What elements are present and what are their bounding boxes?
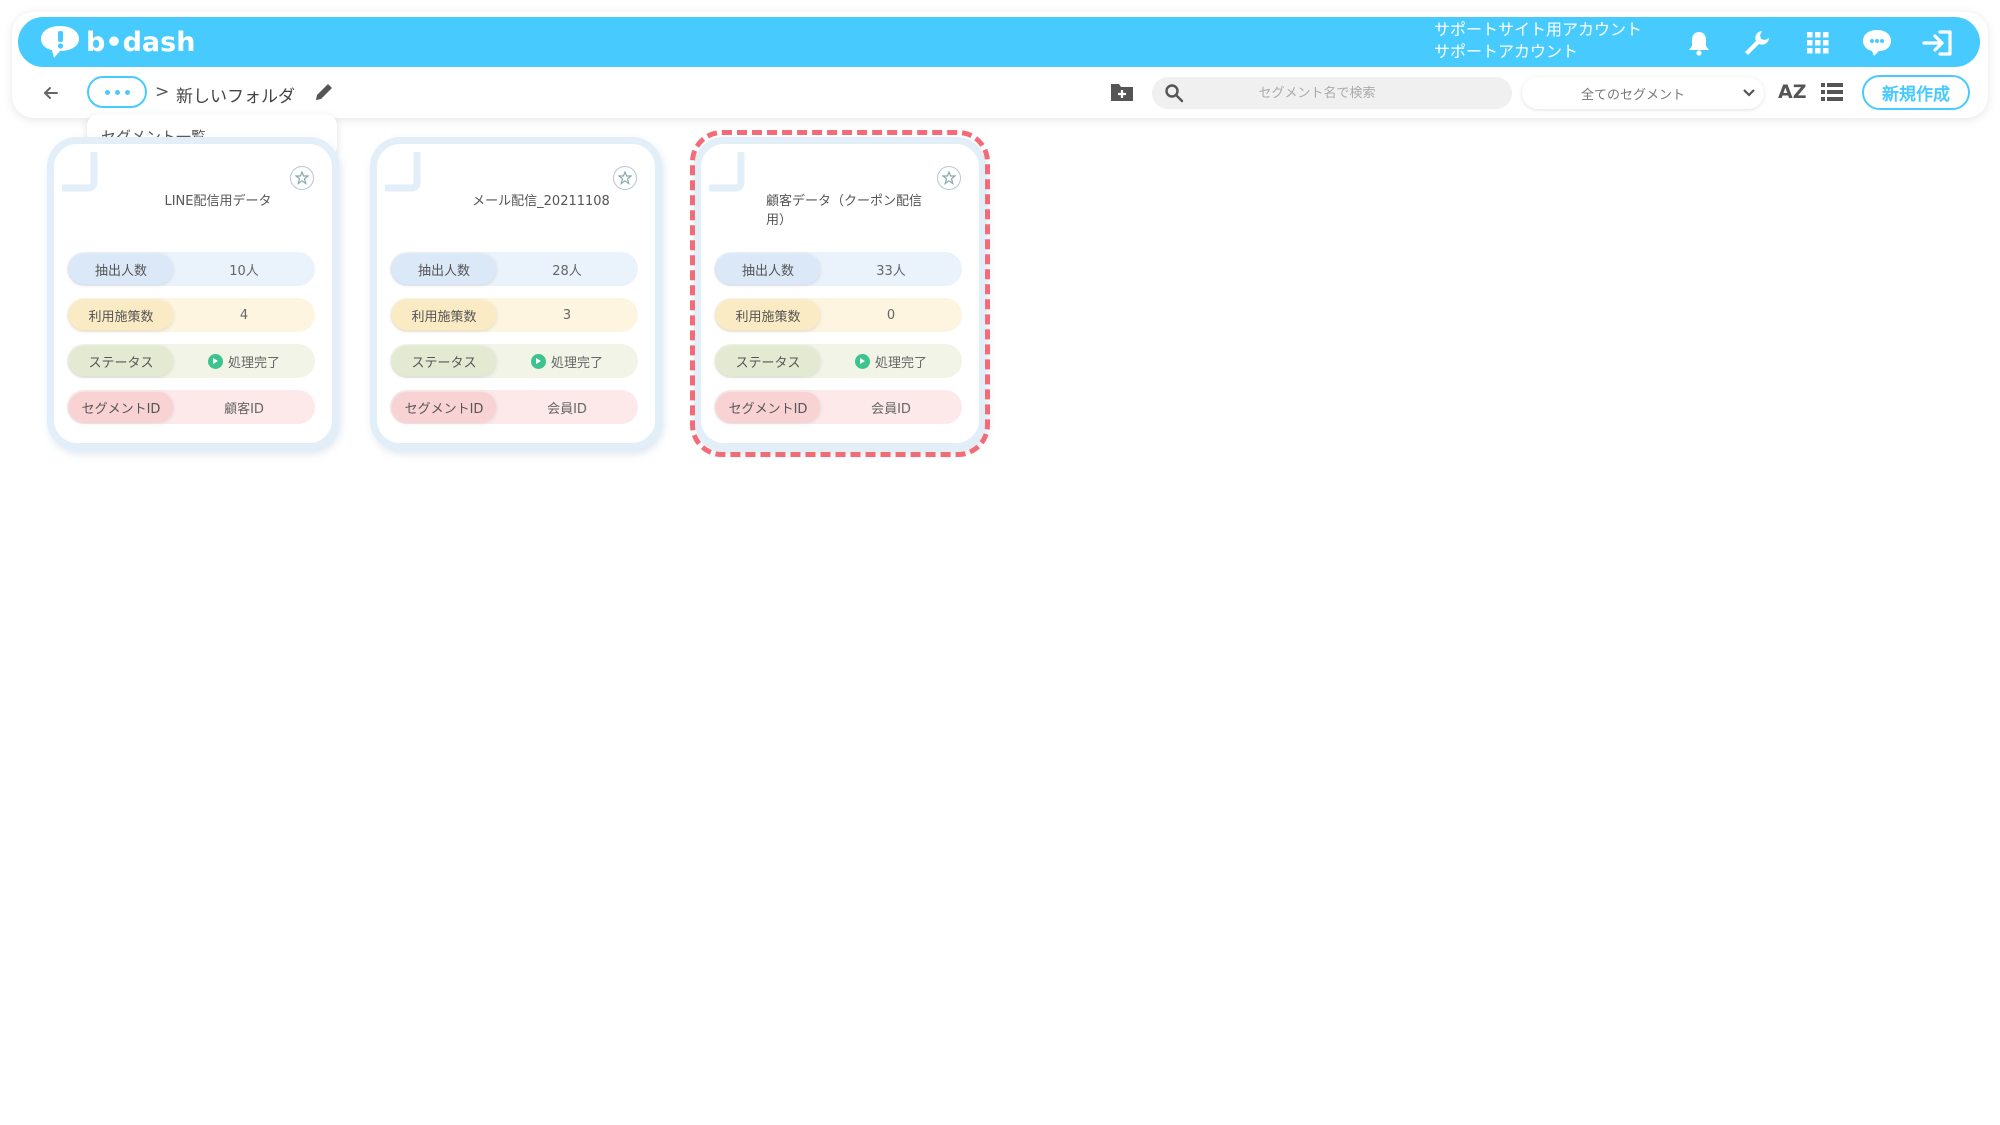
segment-id-row: セグメントID 会員ID	[714, 390, 962, 424]
play-status-icon	[854, 353, 870, 369]
edit-pencil-icon[interactable]	[313, 81, 335, 103]
dot	[124, 89, 130, 95]
apps-grid-icon[interactable]	[1801, 26, 1835, 60]
segment-card[interactable]: メール配信_20211108 抽出人数 28人 利用施策数 3 ステータス 処理…	[370, 137, 662, 450]
extract-count-row: 抽出人数 28人	[390, 252, 638, 286]
segment-id-label: セグメントID	[716, 392, 820, 422]
account-line-1: サポートサイト用アカウント	[1434, 20, 1643, 39]
usage-count-label: 利用施策数	[392, 300, 496, 330]
add-folder-icon[interactable]	[1109, 80, 1135, 104]
status-value-wrap: 処理完了	[496, 352, 638, 371]
status-value-wrap: 処理完了	[820, 352, 962, 371]
extract-count-value: 28人	[552, 263, 582, 279]
card-title: メール配信_20211108	[472, 194, 610, 209]
play-status-icon	[530, 353, 546, 369]
breadcrumb-more-button[interactable]	[87, 76, 147, 108]
usage-count-label: 利用施策数	[716, 300, 820, 330]
status-value: 処理完了	[874, 355, 927, 371]
extract-count-value: 10人	[229, 263, 259, 279]
segment-id-value: 顧客ID	[224, 401, 264, 417]
segment-id-row: セグメントID 顧客ID	[67, 390, 315, 424]
play-status-icon	[207, 353, 223, 369]
chevron-down-icon	[1734, 88, 1764, 98]
segment-filter-select[interactable]: 全てのセグメント	[1522, 77, 1764, 109]
new-create-button[interactable]: 新規作成	[1862, 75, 1970, 110]
usage-count-row: 利用施策数 4	[67, 298, 315, 332]
sort-az-button[interactable]: AZ	[1778, 81, 1806, 103]
breadcrumb-current-folder: 新しいフォルダ	[176, 87, 295, 107]
segment-card[interactable]: 顧客データ（クーポン配信用） 抽出人数 33人 利用施策数 0 ステータス 処理…	[694, 137, 986, 450]
bell-icon[interactable]	[1682, 26, 1716, 60]
card-fold-corner-icon	[709, 152, 745, 192]
card-title: 顧客データ（クーポン配信用）	[766, 194, 923, 228]
account-line-2: サポートアカウント	[1434, 42, 1579, 61]
segment-id-value: 会員ID	[871, 401, 911, 417]
logo[interactable]: b•dash	[38, 23, 195, 61]
extract-count-label: 抽出人数	[69, 254, 173, 284]
sort-az-label: AZ	[1778, 81, 1807, 103]
status-row: ステータス 処理完了	[390, 344, 638, 378]
status-value-wrap: 処理完了	[173, 352, 315, 371]
status-row: ステータス 処理完了	[714, 344, 962, 378]
segment-filter-label: 全てのセグメント	[1580, 87, 1685, 103]
segment-card[interactable]: LINE配信用データ 抽出人数 10人 利用施策数 4 ステータス 処理完了 セ…	[47, 137, 339, 450]
usage-count-row: 利用施策数 0	[714, 298, 962, 332]
dot	[114, 89, 120, 95]
status-value: 処理完了	[550, 355, 603, 371]
support-chat-icon[interactable]	[1860, 26, 1894, 60]
usage-count-value: 3	[562, 307, 572, 323]
breadcrumb-separator: >	[155, 82, 170, 102]
usage-count-value: 0	[886, 307, 896, 323]
list-view-icon[interactable]	[1821, 82, 1843, 102]
segment-id-label: セグメントID	[69, 392, 173, 422]
status-label: ステータス	[716, 346, 820, 376]
usage-count-label: 利用施策数	[69, 300, 173, 330]
card-fold-corner-icon	[62, 152, 98, 192]
top-bar: b•dash サポートサイト用アカウント サポートアカウント	[18, 17, 1980, 67]
card-title: LINE配信用データ	[164, 194, 272, 209]
favorite-icon[interactable]	[290, 166, 314, 190]
extract-count-row: 抽出人数 33人	[714, 252, 962, 286]
usage-count-row: 利用施策数 3	[390, 298, 638, 332]
account-info: サポートサイト用アカウント サポートアカウント	[1434, 19, 1642, 63]
logout-icon[interactable]	[1920, 26, 1954, 60]
extract-count-row: 抽出人数 10人	[67, 252, 315, 286]
status-label: ステータス	[392, 346, 496, 376]
extract-count-value: 33人	[876, 263, 906, 279]
favorite-icon[interactable]	[937, 166, 961, 190]
logo-text: b•dash	[86, 26, 196, 58]
favorite-icon[interactable]	[613, 166, 637, 190]
logo-bubble-icon	[41, 26, 79, 58]
segment-id-value: 会員ID	[547, 401, 587, 417]
back-arrow-icon[interactable]	[38, 80, 64, 106]
search-box	[1152, 77, 1512, 109]
segment-id-row: セグメントID 会員ID	[390, 390, 638, 424]
status-row: ステータス 処理完了	[67, 344, 315, 378]
status-label: ステータス	[69, 346, 173, 376]
extract-count-label: 抽出人数	[392, 254, 496, 284]
extract-count-label: 抽出人数	[716, 254, 820, 284]
usage-count-value: 4	[239, 307, 249, 323]
dot	[104, 89, 110, 95]
search-icon	[1164, 83, 1184, 107]
card-fold-corner-icon	[385, 152, 421, 192]
status-value: 処理完了	[227, 355, 280, 371]
wrench-icon[interactable]	[1740, 26, 1774, 60]
search-input[interactable]	[1152, 77, 1512, 109]
segment-id-label: セグメントID	[392, 392, 496, 422]
